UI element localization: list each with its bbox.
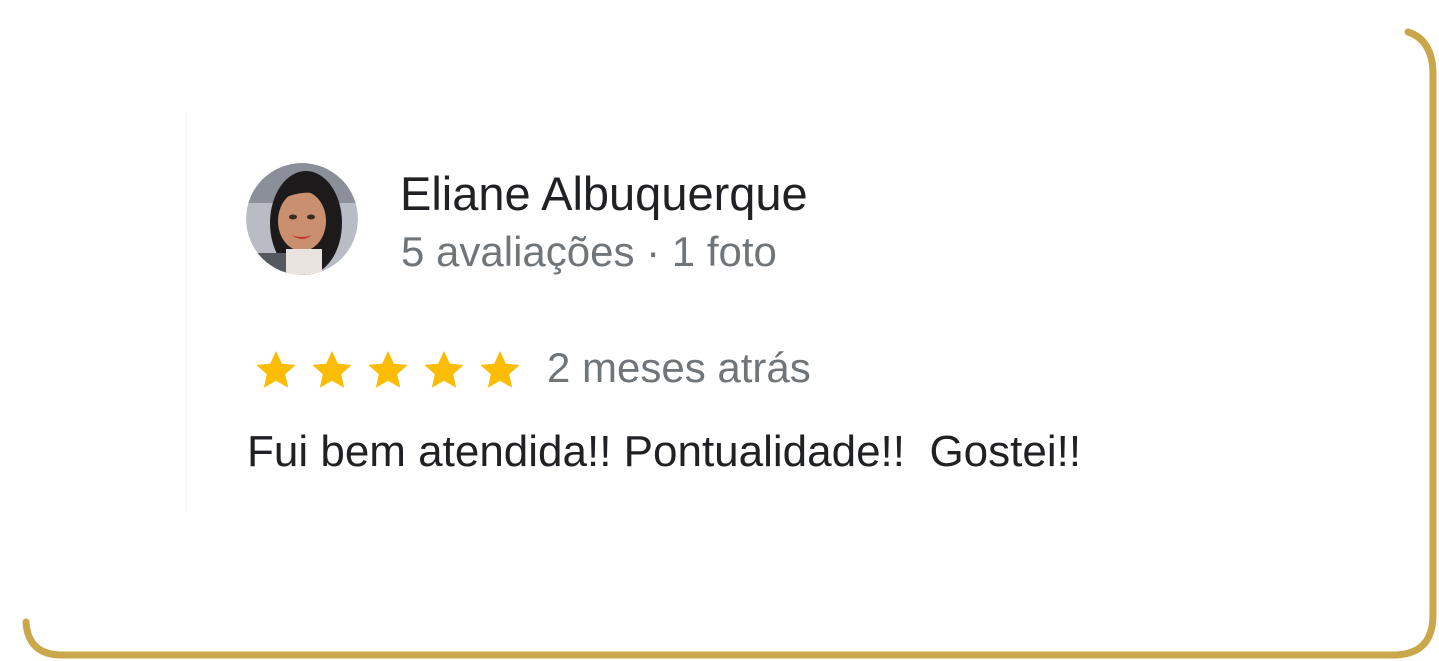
star-icon xyxy=(368,351,408,388)
user-photo-avatar-icon xyxy=(246,163,358,275)
reviewer-name[interactable]: Eliane Albuquerque xyxy=(400,166,808,222)
star-rating xyxy=(248,346,528,396)
review-text: Fui bem atendida!! Pontualidade!! Gostei… xyxy=(247,427,1082,476)
reviewer-meta: 5 avaliações · 1 foto xyxy=(401,228,777,275)
reviewer-avatar[interactable] xyxy=(246,163,358,275)
star-icon xyxy=(312,351,352,388)
review-time: 2 meses atrás xyxy=(547,344,811,391)
star-icon xyxy=(480,351,520,388)
star-icon xyxy=(256,351,296,388)
star-icon xyxy=(424,351,464,388)
